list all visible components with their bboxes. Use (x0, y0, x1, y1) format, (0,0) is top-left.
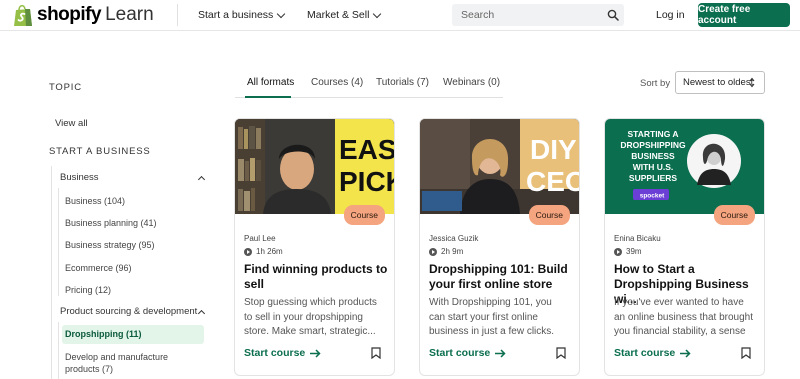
start-course-label: Start course (244, 347, 306, 359)
course-badge: Course (713, 205, 755, 225)
sidebar-item-business-planning[interactable]: Business planning (41) (65, 217, 157, 229)
nav-start-a-business-label: Start a business (198, 9, 274, 21)
thumb-headline: BUSINESS (631, 151, 675, 161)
sidebar-item-develop-manufacture[interactable]: Develop and manufacture products (7) (65, 351, 195, 375)
thumb-headline: DROPSHIPPING (620, 140, 686, 150)
bookmark-icon[interactable] (556, 347, 566, 359)
sidebar-divider (51, 166, 52, 379)
shopify-learn-logo[interactable]: shopify Learn (12, 2, 154, 28)
course-author: Enina Bicaku (614, 234, 661, 243)
start-course-label: Start course (429, 347, 491, 359)
thumb-headline: SUPPLIERS (629, 173, 678, 183)
course-description: With Dropshipping 101, you can start you… (429, 297, 555, 337)
sort-arrows-icon (749, 77, 755, 88)
start-course-label: Start course (614, 347, 676, 359)
course-duration-value: 2h 9m (441, 247, 464, 256)
sidebar-item-pricing[interactable]: Pricing (12) (65, 284, 111, 296)
header-divider (177, 4, 178, 26)
sidebar-item-business[interactable]: Business (104) (65, 195, 125, 207)
chevron-down-icon (373, 9, 382, 18)
course-badge: Course (528, 205, 570, 225)
easy-pick-thumbnail-art: EASY PICK (235, 119, 394, 214)
start-course-link[interactable]: Start course (244, 347, 321, 359)
active-tab-indicator (245, 96, 291, 98)
sort-by-label: Sort by (640, 78, 671, 89)
start-course-link[interactable]: Start course (429, 347, 506, 359)
nav-start-a-business[interactable]: Start a business (198, 9, 286, 21)
diy-ceo-thumbnail-art: DIY CEO (420, 119, 579, 214)
arrow-right-icon (310, 348, 321, 358)
logo-learn-text: Learn (105, 4, 154, 25)
sidebar-item-business-strategy[interactable]: Business strategy (95) (65, 239, 155, 251)
play-clock-icon (614, 247, 622, 256)
sidebar-group-business[interactable]: Business (60, 172, 210, 183)
course-duration: 39m (614, 247, 642, 256)
course-title[interactable]: Find winning products to sell (244, 262, 389, 292)
tab-webinars[interactable]: Webinars (0) (443, 77, 500, 88)
view-all-link[interactable]: View all (55, 118, 88, 129)
course-card[interactable]: DIY CEO Course Jessica Guzik 2h 9m Drops… (419, 118, 580, 376)
shopify-bag-icon (14, 4, 32, 26)
logo-wordmark: shopify (37, 4, 102, 25)
search-icon[interactable] (607, 9, 619, 21)
arrow-right-icon (680, 348, 691, 358)
course-thumbnail: EASY PICK (235, 119, 394, 214)
sidebar-group-label: Product sourcing & development (60, 306, 198, 317)
play-clock-icon (244, 247, 252, 256)
course-description: Stop guessing which products to sell in … (244, 297, 377, 337)
course-author: Paul Lee (244, 234, 276, 243)
tab-courses[interactable]: Courses (4) (311, 77, 363, 88)
format-tabs: All formats Courses (4) Tutorials (7) We… (235, 74, 503, 98)
play-clock-icon (429, 247, 437, 256)
tab-all-formats[interactable]: All formats (247, 77, 294, 88)
search-box (452, 4, 624, 26)
course-author: Jessica Guzik (429, 234, 479, 243)
chevron-up-icon (197, 309, 206, 317)
login-link[interactable]: Log in (656, 9, 685, 21)
create-free-account-button[interactable]: Create free account (698, 3, 790, 27)
sidebar-item-dropshipping[interactable]: Dropshipping (11) (62, 325, 204, 344)
start-course-link[interactable]: Start course (614, 347, 691, 359)
site-header: shopify Learn Start a business Market & … (0, 0, 800, 31)
sidebar-subgroup-divider (58, 322, 59, 379)
course-duration-value: 1h 26m (256, 247, 283, 256)
search-input[interactable] (452, 4, 592, 26)
thumb-headline: PICK (339, 166, 394, 197)
sort-select[interactable]: Newest to oldest (675, 71, 765, 94)
thumb-headline: STARTING A (628, 129, 679, 139)
sort-select-value: Newest to oldest (683, 77, 754, 88)
course-thumbnail: DIY CEO (420, 119, 579, 214)
nav-market-and-sell-label: Market & Sell (307, 9, 370, 21)
sidebar-subgroup-divider (58, 188, 59, 296)
course-title[interactable]: Dropshipping 101: Build your first onlin… (429, 262, 574, 292)
chevron-up-icon (197, 175, 206, 183)
bookmark-icon[interactable] (371, 347, 381, 359)
course-badge: Course (343, 205, 385, 225)
bookmark-icon[interactable] (741, 347, 751, 359)
start-a-business-heading: START A BUSINESS (49, 146, 151, 157)
course-duration: 2h 9m (429, 247, 463, 256)
spocket-thumbnail-art: STARTING A DROPSHIPPING BUSINESS WITH U.… (605, 119, 764, 214)
thumb-headline: DIY (530, 134, 577, 165)
topic-heading: TOPIC (49, 82, 82, 93)
nav-market-and-sell[interactable]: Market & Sell (307, 9, 382, 21)
chevron-down-icon (277, 9, 286, 18)
tab-tutorials[interactable]: Tutorials (7) (376, 77, 429, 88)
course-card[interactable]: STARTING A DROPSHIPPING BUSINESS WITH U.… (604, 118, 765, 376)
course-thumbnail: STARTING A DROPSHIPPING BUSINESS WITH U.… (605, 119, 764, 214)
course-description: If you've ever wanted to have an online … (614, 297, 753, 337)
thumb-headline: EASY (339, 134, 394, 165)
course-duration: 1h 26m (244, 247, 283, 256)
sidebar-group-product-sourcing[interactable]: Product sourcing & development (60, 306, 210, 317)
sidebar-group-label: Business (60, 172, 99, 183)
thumb-headline: WITH U.S. (633, 162, 674, 172)
course-card[interactable]: EASY PICK Course Paul Lee 1h 26m Find wi… (234, 118, 395, 376)
spocket-brand: spocket (640, 193, 665, 200)
sidebar-item-ecommerce[interactable]: Ecommerce (96) (65, 262, 132, 274)
arrow-right-icon (495, 348, 506, 358)
course-duration-value: 39m (626, 247, 642, 256)
thumb-headline: CEO (526, 166, 579, 197)
